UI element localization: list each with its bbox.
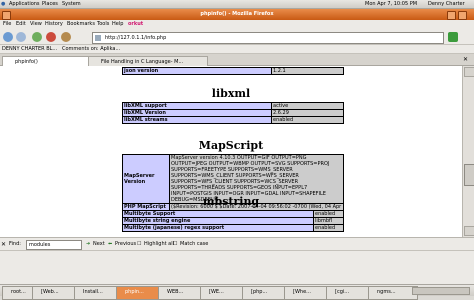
scroll-up-icon[interactable] [464, 67, 474, 77]
task-label: Install... [83, 289, 103, 295]
table-key: libXML streams [122, 116, 272, 124]
tab-label: File Handling in C Language- M... [101, 59, 184, 65]
task-label: [cgi... [335, 289, 350, 295]
go-icon[interactable] [448, 32, 458, 42]
table-row: libXML streams enabled [122, 116, 344, 124]
find-next-button[interactable]: Next [93, 241, 105, 247]
scroll-down-icon[interactable] [464, 226, 474, 236]
bookmark-item[interactable]: DENNY CHARTER BL... [2, 46, 57, 52]
table-row: Multibyte Support enabled [122, 210, 344, 218]
previous-arrow-icon[interactable]: ⬅ [108, 241, 112, 247]
mbstring-table: Multibyte Support enabled Multibyte stri… [122, 210, 344, 232]
table-key: libXML Version [122, 109, 272, 117]
table-value: enabled [313, 210, 344, 218]
close-find-icon[interactable]: ✕ [1, 241, 6, 248]
section-heading-libxml: libxml [211, 87, 251, 100]
table-key: libXML support [122, 102, 272, 110]
orkut-brand[interactable]: orkut [128, 21, 143, 27]
task-label: phpin... [125, 289, 144, 295]
menubar: File Edit View History Bookmarks Tools H… [0, 20, 474, 29]
table-row: libXML Version 2.6.29 [122, 109, 344, 117]
home-icon[interactable] [61, 32, 71, 42]
table-row: Multibyte (japanese) regex support enabl… [122, 224, 344, 232]
table-value: enabled [271, 116, 344, 124]
menu-edit[interactable]: Edit [16, 21, 26, 27]
find-input-value: modules [29, 242, 51, 248]
match-case-checkbox[interactable]: ☐ [173, 241, 177, 247]
table-row: libXML support active [122, 102, 344, 110]
table-row: Multibyte string engine libmbfl [122, 217, 344, 225]
task-label: [WE... [209, 289, 224, 295]
task-label: WEB... [167, 289, 184, 295]
maximize-button[interactable] [447, 11, 456, 20]
find-previous-button[interactable]: Previous [115, 241, 136, 247]
table-key: Multibyte (japanese) regex support [122, 224, 314, 232]
table-key: json version [122, 67, 272, 75]
close-tab-icon[interactable]: ✕ [463, 56, 471, 64]
libxml-table: libXML support active libXML Version 2.6… [122, 102, 344, 124]
clock[interactable]: Mon Apr 7, 10:05 PM [365, 1, 417, 7]
table-row: json version 1.2.1 [122, 67, 344, 75]
reload-icon[interactable] [32, 32, 42, 42]
task-label: [Web... [41, 289, 59, 295]
url-text: http://127.0.1.1/info.php [105, 35, 167, 41]
match-case-label[interactable]: Match case [180, 241, 208, 247]
find-label: Find: [9, 241, 21, 247]
site-icon [95, 35, 101, 41]
table-value: libmbfl [313, 217, 344, 225]
highlight-checkbox[interactable]: ☐ [137, 241, 141, 247]
section-heading-mbstring: mbstring [202, 195, 260, 208]
bookmarks-toolbar: DENNY CHARTER BL... Comments on: Aplika.… [0, 45, 474, 54]
json-table: json version 1.2.1 [122, 67, 344, 75]
menu-bookmarks[interactable]: Bookmarks [67, 21, 95, 27]
bottom-taskbar: root... [Web... Install... phpin... WEB.… [0, 284, 474, 300]
section-heading-mapscript: MapScript [198, 139, 264, 152]
tab-bar: phpinfo() File Handling in C Language- M… [0, 54, 474, 69]
gnome-top-panel: ● Applications Places System Mon Apr 7, … [0, 0, 474, 9]
page-content: json version 1.2.1 libxml libXML support… [0, 66, 462, 237]
menu-file[interactable]: File [3, 21, 11, 27]
task-label: [Whe... [293, 289, 311, 295]
next-arrow-icon[interactable]: ➜ [86, 241, 90, 247]
workspace-switcher[interactable] [412, 287, 470, 295]
task-label: ngms... [377, 289, 396, 295]
table-value: 1.2.1 [271, 67, 344, 75]
menu-history[interactable]: History [45, 21, 63, 27]
url-bar[interactable]: http://127.0.1.1/info.php [92, 32, 444, 44]
find-bar: ✕ Find: modules ➜ Next ⬅ Previous ☐ High… [0, 237, 474, 250]
window-titlebar[interactable]: phpinfo() - Mozilla Firefox [0, 9, 474, 20]
menu-tools[interactable]: Tools [97, 21, 109, 27]
table-value: active [271, 102, 344, 110]
menu-view[interactable]: View [30, 21, 42, 27]
find-input[interactable]: modules [26, 240, 82, 250]
table-key: Multibyte Support [122, 210, 314, 218]
table-value: 2.6.29 [271, 109, 344, 117]
table-key: Multibyte string engine [122, 217, 314, 225]
bookmark-item[interactable]: Comments on: Aplika... [62, 46, 120, 52]
user-name[interactable]: Denny Charter [428, 1, 465, 7]
scrollbar-thumb[interactable] [464, 164, 474, 186]
forward-icon[interactable] [16, 32, 26, 42]
places-menu[interactable]: Places [42, 1, 58, 7]
vertical-scrollbar[interactable] [462, 66, 474, 237]
applications-menu[interactable]: Applications [9, 1, 40, 7]
system-menu[interactable]: System [62, 1, 81, 7]
stop-icon[interactable] [46, 32, 56, 42]
table-value: enabled [313, 224, 344, 232]
tab-label: phpinfo() [15, 59, 38, 65]
back-icon[interactable] [3, 32, 13, 42]
task-label: root... [11, 289, 26, 295]
gnome-foot-icon[interactable]: ● [1, 1, 5, 7]
task-label: [php... [251, 289, 268, 295]
status-bar [0, 250, 474, 284]
highlight-all-label[interactable]: Highlight all [144, 241, 174, 247]
navigation-toolbar: http://127.0.1.1/info.php [0, 29, 474, 45]
close-button[interactable] [458, 11, 467, 20]
task-button[interactable]: ngms... [368, 286, 418, 300]
window-title: phpinfo() - Mozilla Firefox [200, 11, 274, 17]
menu-help[interactable]: Help [112, 21, 123, 27]
